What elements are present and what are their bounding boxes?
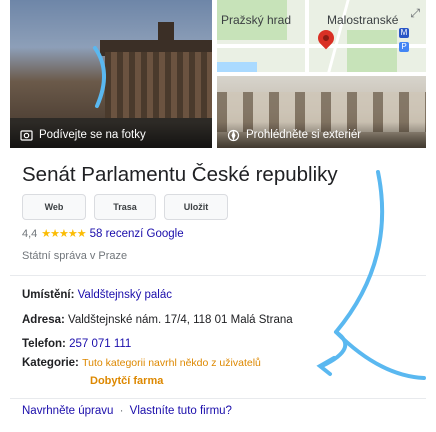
expand-icon[interactable]: ⤢: [410, 6, 420, 21]
map-water: [217, 62, 257, 72]
photos-overlay: Podívejte se na fotky: [10, 122, 212, 148]
metro-icon: M: [399, 28, 409, 38]
building-facade: [105, 52, 212, 122]
map-park: [347, 30, 397, 72]
rating-value: 4,4: [22, 227, 38, 240]
categories-note: Tuto kategorii navrhl někdo z uživatelů: [82, 357, 261, 369]
divider: [10, 398, 426, 399]
parking-icon: P: [399, 42, 409, 52]
web-button[interactable]: Web: [22, 194, 86, 220]
categories-value: Dobytčí farma: [90, 375, 164, 387]
exterior-tile[interactable]: Prohlédněte si exteriér: [217, 76, 426, 148]
address-label: Adresa:: [22, 314, 65, 326]
categories-label: Kategorie:: [22, 357, 79, 369]
phone-row: Telefon: 257 071 111: [22, 338, 131, 350]
rating-row: 4,4 ★★★★★ 58 recenzí Google: [22, 227, 184, 241]
location-row: Umístění: Valdštejnský palác: [22, 289, 172, 301]
star-icons: ★★★★★: [41, 228, 86, 240]
map-label-malostranske: Malostranské: [327, 13, 399, 27]
map-road: [305, 0, 309, 72]
address-value: Valdštejnské nám. 17/4, 118 01 Malá Stra…: [68, 314, 293, 326]
map-label-castle: Pražský hrad: [221, 13, 292, 27]
media-strip: Podívejte se na fotky Pražský hrad Malos…: [10, 0, 426, 148]
address-row: Adresa: Valdštejnské nám. 17/4, 118 01 M…: [22, 314, 293, 326]
exterior-overlay: Prohlédněte si exteriér: [217, 122, 426, 148]
building-tower: [158, 22, 174, 56]
own-business-link[interactable]: Vlastníte tuto firmu?: [130, 405, 232, 417]
divider: [10, 275, 426, 276]
footer-links: Navrhněte úpravu · Vlastníte tuto firmu?: [22, 405, 232, 417]
photos-caption: Podívejte se na fotky: [39, 129, 146, 141]
exterior-caption: Prohlédněte si exteriér: [246, 129, 362, 141]
place-category: Státní správa v Praze: [22, 250, 128, 262]
footer-separator: ·: [119, 405, 124, 417]
annotation-arrowhead: [316, 356, 336, 376]
phone-link[interactable]: 257 071 111: [69, 338, 131, 350]
photo-icon: [20, 129, 33, 142]
location-label: Umístění:: [22, 289, 75, 301]
phone-label: Telefon:: [22, 338, 66, 350]
photos-tile[interactable]: Podívejte se na fotky: [10, 0, 212, 148]
route-button[interactable]: Trasa: [94, 194, 156, 220]
annotation-arrow-shaft: [320, 330, 348, 368]
save-button[interactable]: Uložit: [164, 194, 228, 220]
categories-row: Kategorie: Tuto kategorii navrhl někdo z…: [22, 357, 261, 369]
street-view-icon: [227, 129, 240, 142]
reviews-link[interactable]: 58 recenzí Google: [90, 228, 184, 240]
map-tile[interactable]: Pražský hrad Malostranské ⤢ M P: [217, 0, 426, 72]
action-buttons: Web Trasa Uložit: [22, 194, 228, 220]
location-link[interactable]: Valdštejnský palác: [78, 289, 172, 301]
suggest-edit-link[interactable]: Navrhněte úpravu: [22, 405, 113, 417]
place-title: Senát Parlamentu České republiky: [22, 163, 338, 186]
